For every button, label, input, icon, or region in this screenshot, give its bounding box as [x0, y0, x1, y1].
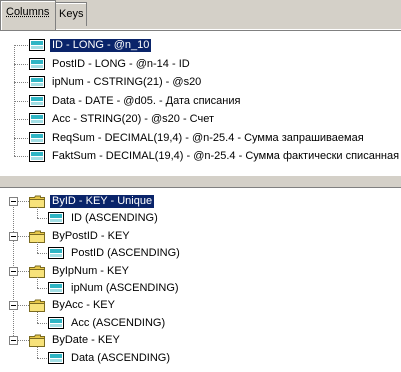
columns-tree[interactable]: ID - LONG - @n_10 PostID - LONG - @n-14 -… [0, 30, 401, 176]
key-row[interactable]: ByID - KEY - Unique [0, 193, 401, 210]
tree-connector [37, 277, 38, 288]
collapse-toggle[interactable] [9, 231, 18, 241]
key-component-row[interactable]: PostID (ASCENDING) [0, 242, 401, 262]
key-row[interactable]: ByPostID - KEY [0, 228, 401, 245]
column-row[interactable]: PostID - LONG - @n-14 - ID [0, 56, 401, 73]
key-component-label: PostID (ASCENDING) [71, 247, 180, 260]
column-row[interactable]: Acc - STRING(20) - @s20 - Счет [0, 111, 401, 128]
key-component-row[interactable]: ipNum (ASCENDING) [0, 277, 401, 297]
key-component-row[interactable]: ID (ASCENDING) [0, 207, 401, 227]
minus-icon [11, 270, 16, 272]
key-label: ByDate - KEY [52, 334, 120, 347]
tab-columns[interactable]: Columns [0, 0, 56, 30]
tree-connector [14, 63, 28, 65]
folder-icon [29, 299, 45, 313]
tree-connector [37, 288, 47, 289]
column-label: Acc - STRING(20) - @s20 - Счет [52, 113, 215, 125]
key-row[interactable]: ByDate - KEY [0, 332, 401, 349]
tree-connector [14, 119, 28, 120]
field-icon [29, 113, 45, 125]
keys-tree[interactable]: ByID - KEY - Unique ID (ASCENDING) ByPostI… [0, 187, 401, 372]
tab-keys[interactable]: Keys [53, 2, 87, 26]
field-icon [29, 131, 45, 144]
tab-columns-label: Columns [6, 6, 50, 18]
column-row[interactable]: ReqSum - DECIMAL(19,4) - @n-25.4 - Сумма… [0, 130, 401, 147]
key-row[interactable]: ByIpNum - KEY [0, 263, 401, 280]
collapse-toggle[interactable] [9, 301, 18, 311]
tree-connector [14, 137, 28, 139]
folder-icon [29, 230, 45, 243]
field-icon [29, 39, 45, 51]
tree-connector [37, 346, 38, 358]
tree-connector [14, 156, 28, 157]
key-label: ByAcc - KEY [52, 299, 115, 312]
minus-icon [11, 201, 16, 202]
key-component-label: ID (ASCENDING) [71, 212, 158, 225]
tree-connector [37, 357, 47, 359]
field-icon [29, 57, 45, 70]
tab-keys-label: Keys [59, 8, 84, 20]
field-icon [29, 150, 45, 162]
tree-connector [37, 253, 47, 255]
collapse-toggle[interactable] [9, 266, 18, 276]
key-label: ByID - KEY - Unique [48, 194, 156, 209]
collapse-toggle[interactable] [9, 197, 18, 206]
key-component-label: Data (ASCENDING) [71, 351, 171, 364]
key-component-row[interactable]: Acc (ASCENDING) [0, 311, 401, 332]
tree-connector [14, 45, 28, 46]
tree-connector [37, 218, 47, 220]
column-row[interactable]: Data - DATE - @d05. - Дата списания [0, 93, 401, 110]
tree-connector [37, 311, 38, 323]
column-label: ReqSum - DECIMAL(19,4) - @n-25.4 - Сумма… [52, 131, 364, 144]
tree-connector [37, 207, 38, 219]
tree-connector [37, 242, 38, 254]
folder-icon [29, 195, 45, 208]
column-label: ID - LONG - @n_10 [48, 38, 153, 53]
key-label: ByPostID - KEY [52, 229, 130, 242]
tree-connector [14, 82, 28, 83]
collapse-toggle[interactable] [9, 336, 18, 346]
folder-icon [29, 334, 45, 348]
field-icon [48, 247, 64, 260]
key-component-label: Acc (ASCENDING) [71, 316, 166, 329]
column-label: FaktSum - DECIMAL(19,4) - @n-25.4 - Сумм… [52, 150, 400, 162]
tree-connector [14, 100, 28, 102]
field-icon [48, 316, 64, 329]
key-label: ByIpNum - KEY [52, 264, 130, 277]
field-icon [29, 94, 45, 107]
key-component-label: ipNum (ASCENDING) [71, 282, 179, 294]
pane-splitter[interactable] [0, 176, 401, 187]
column-label: PostID - LONG - @n-14 - ID [52, 57, 190, 70]
minus-icon [11, 305, 16, 307]
column-row[interactable]: ipNum - CSTRING(21) - @s20 [0, 74, 401, 91]
key-row[interactable]: ByAcc - KEY [0, 297, 401, 314]
key-component-row[interactable]: Data (ASCENDING) [0, 346, 401, 367]
minus-icon [11, 340, 16, 342]
field-icon [29, 76, 45, 88]
tab-strip: Columns Keys [0, 0, 401, 30]
column-row[interactable]: ID - LONG - @n_10 [0, 37, 401, 54]
column-label: Data - DATE - @d05. - Дата списания [52, 94, 241, 107]
folder-icon [29, 265, 45, 278]
column-label: ipNum - CSTRING(21) - @s20 [52, 76, 202, 88]
tree-connector [37, 322, 47, 324]
column-row[interactable]: FaktSum - DECIMAL(19,4) - @n-25.4 - Сумм… [0, 148, 401, 165]
field-icon [48, 212, 64, 225]
minus-icon [11, 235, 16, 237]
field-icon [48, 351, 64, 364]
field-icon [48, 282, 64, 294]
